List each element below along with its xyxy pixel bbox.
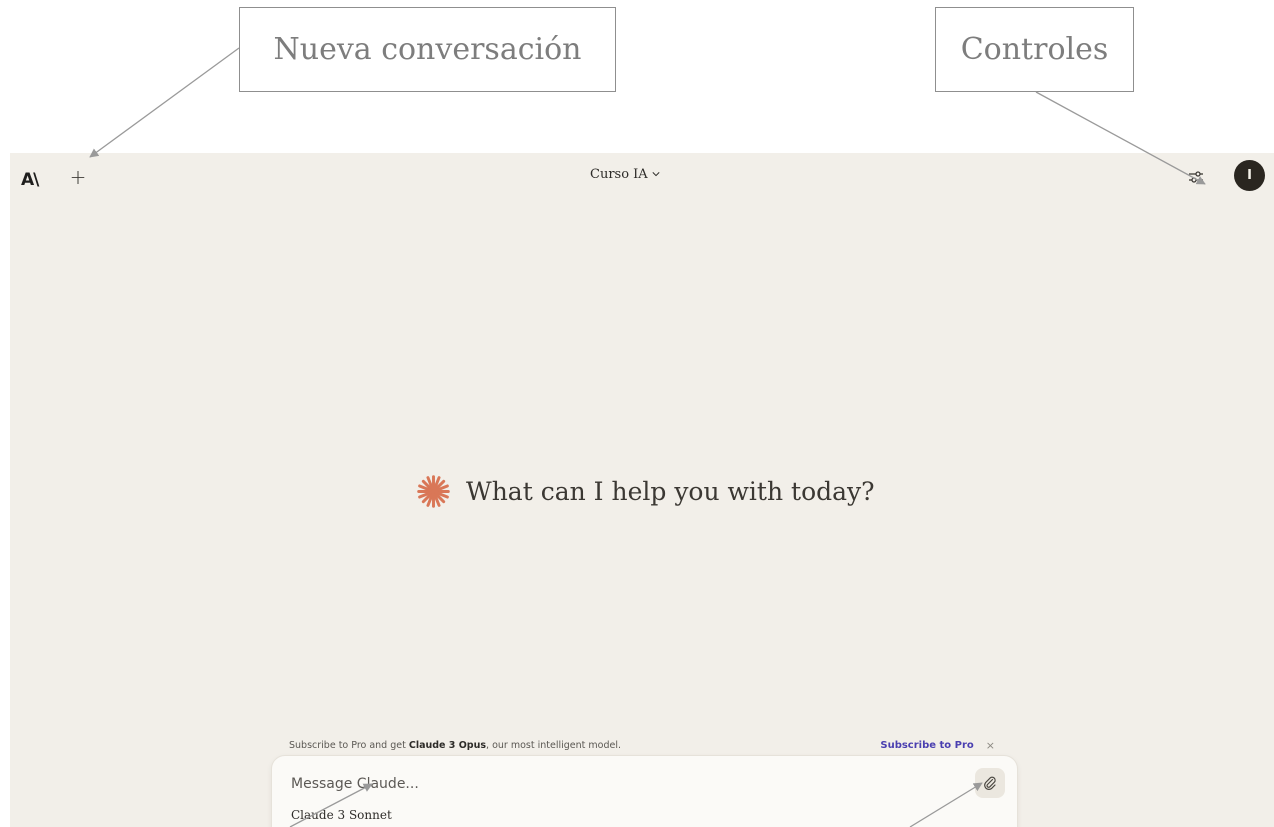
tutorial-screenshot: Nueva conversación Controles A\ + Curso … (0, 0, 1274, 827)
attach-button[interactable] (975, 768, 1005, 798)
plus-icon: + (69, 165, 87, 189)
sparkle-icon (417, 475, 450, 508)
new-conversation-button[interactable]: + (67, 165, 89, 189)
arrow-new-conversation (89, 47, 240, 158)
chevron-down-icon (652, 172, 660, 177)
message-input[interactable] (289, 772, 933, 796)
sliders-icon[interactable] (1186, 167, 1206, 187)
project-title: Curso IA (590, 166, 648, 182)
callout-controls: Controles (935, 7, 1134, 92)
greeting-text: What can I help you with today? (466, 477, 875, 506)
model-selector[interactable]: Claude 3 Sonnet (291, 808, 392, 822)
anthropic-logo[interactable]: A\ (21, 170, 39, 190)
greeting: What can I help you with today? (415, 473, 875, 510)
promo-banner: Subscribe to Pro and get Claude 3 Opus, … (289, 737, 995, 753)
paperclip-icon (984, 776, 996, 790)
callout-new-conversation: Nueva conversación (239, 7, 616, 92)
project-title-dropdown[interactable]: Curso IA (590, 163, 660, 185)
message-composer: Claude 3 Sonnet (271, 755, 1018, 827)
subscribe-to-pro-link[interactable]: Subscribe to Pro (880, 740, 973, 751)
chat-app: A\ + Curso IA I What can I help you with… (10, 153, 1274, 827)
close-icon[interactable]: × (986, 739, 995, 752)
promo-text: Subscribe to Pro and get Claude 3 Opus, … (289, 739, 621, 751)
user-avatar[interactable]: I (1234, 160, 1265, 191)
